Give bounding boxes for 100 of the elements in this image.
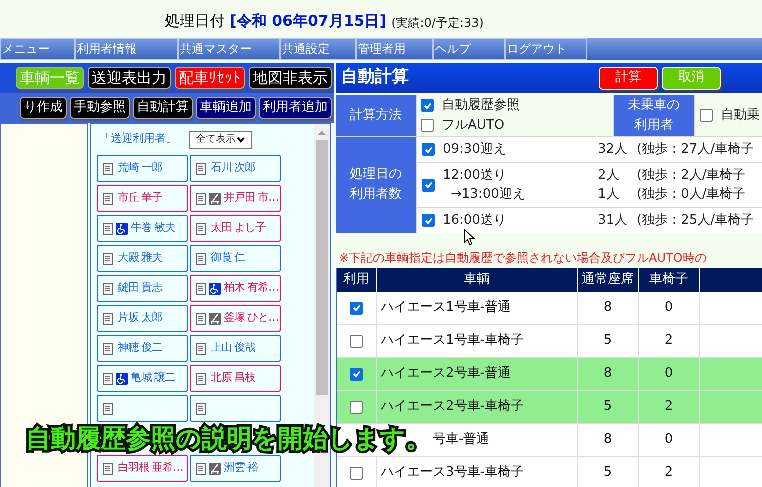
checkbox[interactable] [350, 334, 363, 348]
toolbar-button[interactable]: 利用者追加 [259, 97, 332, 119]
table-cell-text: 2 [664, 464, 674, 482]
table-cell-text: 2 [664, 332, 674, 350]
user-card[interactable]: 大殿 雅夫 [97, 245, 188, 272]
user-card[interactable] [97, 395, 188, 422]
menu-item[interactable]: 管理者用 [356, 38, 433, 60]
document-icon [103, 342, 113, 354]
count-detail: (独歩：0人/車椅子 [637, 186, 746, 204]
document-icon [103, 192, 113, 204]
row-label: 処理日の利用者数 [336, 137, 416, 233]
user-card[interactable]: 洲雲 裕 [190, 455, 281, 482]
toolbar-button[interactable]: 送迎表出力 [88, 67, 171, 89]
table-cell-text: 5 [604, 332, 612, 350]
table-cell-text: 0 [664, 431, 674, 450]
table-cell-text: 0 [664, 365, 674, 384]
calc-title: 自動計算 [341, 66, 410, 90]
document-icon [196, 162, 206, 174]
scroll-thumb[interactable] [316, 140, 328, 395]
table-cell-text: ハイエース1号車-車椅子 [381, 332, 524, 350]
schedule-summary: (実績:0/予定:33) [392, 15, 484, 32]
user-card[interactable] [190, 395, 281, 422]
document-icon [103, 282, 113, 294]
menu-item[interactable]: 共通設定 [280, 38, 356, 60]
user-name: 牛巻 敏夫 [131, 220, 176, 236]
user-name: 釜塚 ひと… [224, 310, 279, 326]
user-card[interactable]: 上山 俊哉 [190, 335, 281, 362]
checkbox[interactable] [422, 178, 435, 192]
toolbar-button[interactable]: 地図非表示 [249, 67, 332, 89]
checkbox[interactable] [350, 466, 363, 480]
user-count: 1人 [598, 186, 620, 204]
table-cell-text: 2 [664, 398, 674, 416]
time-slot: →13:00迎え [435, 184, 598, 204]
date-label: 処理日付 [165, 10, 225, 32]
user-card[interactable]: 市丘 華子 [97, 185, 188, 212]
checkbox[interactable] [350, 368, 363, 380]
table-cell-text: 0 [664, 299, 674, 318]
time-slot: 16:00送り [435, 210, 598, 230]
table-cell-text: 5 [604, 464, 612, 482]
user-name: 市丘 華子 [118, 190, 162, 206]
toolbar-button[interactable]: 自動計算 [133, 97, 193, 119]
checkbox[interactable] [700, 109, 713, 122]
table-cell-text: ハイエース2号車-車椅子 [381, 398, 524, 416]
table-cell-text: 8 [604, 299, 612, 318]
stretcher-icon [209, 312, 221, 324]
user-card[interactable]: 北原 昌枝 [190, 365, 281, 392]
checkbox[interactable] [350, 400, 363, 414]
count-detail: (独歩：2人/車椅子 [637, 166, 746, 185]
menu-item[interactable]: 利用者情報 [75, 38, 178, 60]
user-name: 片坂 太郎 [118, 310, 162, 326]
user-count: 31人 [598, 212, 629, 230]
panel-title: 「送迎利用者」 [100, 131, 177, 148]
wheelchair-icon [209, 282, 221, 294]
user-card[interactable]: 亀城 譲二 [97, 365, 188, 392]
user-card[interactable]: 釜塚 ひと… [190, 305, 281, 332]
toolbar-button[interactable]: 配車ﾘｾｯﾄ [175, 67, 245, 89]
menu-item[interactable]: ログアウト [505, 38, 587, 60]
user-card[interactable]: 神穂 俊二 [97, 335, 188, 362]
user-card[interactable]: 片坂 太郎 [97, 305, 188, 332]
document-icon [196, 222, 206, 234]
user-card[interactable]: 石川 次郎 [190, 155, 281, 182]
processing-date: [令和 06年07月15日] [230, 10, 387, 32]
toolbar-button[interactable]: り作成 [20, 97, 67, 119]
scroll-up-icon[interactable] [318, 130, 326, 136]
table-cell-text: 号車-普通 [433, 430, 490, 450]
chevron-icon [237, 136, 245, 142]
wheelchair-icon [116, 222, 128, 234]
user-card[interactable]: 井戸田 市… [190, 185, 281, 212]
user-card[interactable]: 荒崎 一郎 [97, 155, 188, 182]
user-name: 太田 よし子 [211, 220, 266, 236]
document-icon [196, 312, 206, 324]
table-cell-text: ハイエース3号車-車椅子 [381, 464, 524, 482]
user-card[interactable]: 御莨 仁 [190, 245, 281, 272]
checkbox[interactable] [421, 99, 434, 112]
toolbar-button[interactable]: 車輌追加 [196, 97, 256, 119]
menu-item[interactable]: ヘルプ [433, 38, 505, 60]
user-name: 石川 次郎 [211, 160, 256, 176]
document-icon [103, 312, 113, 324]
warning-note: ※下記の車輌指定は自動履歴で参照されない場合及びフルAUTO時の [338, 250, 707, 267]
user-name: 洲雲 裕 [224, 460, 258, 476]
user-name: 荒崎 一郎 [118, 160, 162, 176]
menu-item[interactable]: 共通マスター [178, 38, 280, 60]
option-label: フルAUTO [442, 118, 505, 134]
document-icon [196, 372, 206, 384]
checkbox[interactable] [422, 143, 435, 156]
user-card[interactable]: 太田 よし子 [190, 215, 281, 242]
user-card[interactable]: 柏木 有希… [190, 275, 281, 302]
user-card[interactable]: 牛巻 敏夫 [97, 215, 188, 242]
user-card[interactable]: 鍵田 貴志 [97, 275, 188, 302]
row-label: 計算方法 [336, 95, 416, 136]
user-name: 亀城 譲二 [131, 370, 176, 386]
filter-select[interactable]: 全て表示 [189, 130, 252, 148]
user-card[interactable]: 白羽根 亜希… [97, 455, 188, 482]
menu-item[interactable]: メニュー [0, 38, 75, 60]
checkbox[interactable] [422, 214, 435, 227]
checkbox[interactable] [421, 119, 434, 132]
checkbox[interactable] [350, 302, 363, 314]
calc-button[interactable]: 計算 [599, 66, 658, 90]
toolbar-button[interactable]: 手動参照 [70, 97, 130, 119]
document-icon [103, 402, 113, 414]
